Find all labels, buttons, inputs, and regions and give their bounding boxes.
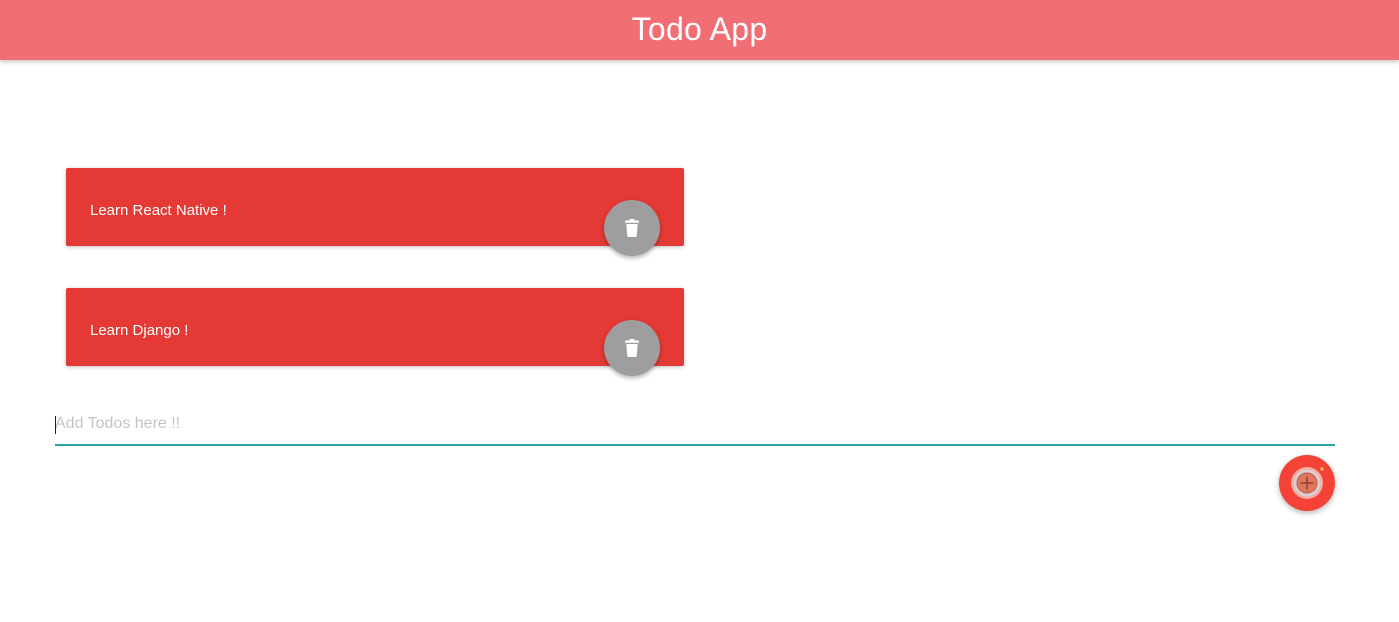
todo-item: Learn React Native ! — [66, 168, 684, 256]
app-bar: Todo App — [0, 0, 1399, 60]
add-todo-button[interactable] — [1279, 455, 1335, 511]
todo-text: Learn Django ! — [90, 322, 189, 339]
trash-icon — [625, 339, 639, 357]
text-cursor — [55, 416, 56, 434]
delete-todo-button[interactable] — [604, 320, 660, 376]
trash-icon — [625, 219, 639, 237]
app-title: Todo App — [631, 10, 768, 47]
add-todo-field — [55, 404, 1335, 448]
add-todo-input[interactable] — [55, 404, 1335, 446]
delete-todo-button[interactable] — [604, 200, 660, 256]
todo-item: Learn Django ! — [66, 288, 684, 376]
add-circle-icon — [1291, 467, 1324, 499]
todo-text: Learn React Native ! — [90, 202, 227, 219]
